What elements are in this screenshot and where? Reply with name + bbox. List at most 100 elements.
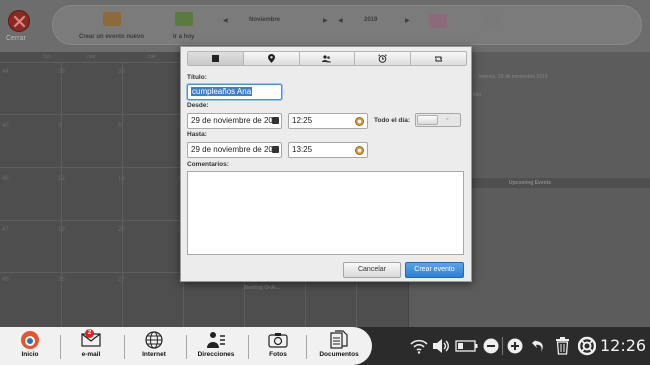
close-button[interactable] <box>8 10 30 32</box>
day-head: mié <box>147 54 156 60</box>
wifi-icon[interactable] <box>410 335 428 357</box>
all-day-label: Todo el día: <box>374 117 410 124</box>
comments-label: Comentarios: <box>187 161 229 168</box>
week-number: 44 <box>2 69 9 75</box>
tab-people[interactable] <box>300 52 356 65</box>
dock-item-direcciones[interactable]: Direcciones <box>192 329 240 363</box>
dock-item-internet[interactable]: Internet <box>132 329 176 363</box>
delete-icon[interactable] <box>483 14 501 28</box>
to-time-field[interactable]: 13:25 <box>288 142 368 158</box>
calendar-picker-icon[interactable] <box>272 146 279 153</box>
documents-icon <box>330 330 348 349</box>
from-time-value: 12:25 <box>292 116 313 125</box>
contacts-icon <box>207 332 225 348</box>
prev-year-icon[interactable]: ◀ <box>338 17 343 24</box>
day-number[interactable]: 20 <box>118 227 125 233</box>
dock-label: Internet <box>142 351 166 358</box>
tab-general[interactable] <box>188 52 244 65</box>
battery-icon[interactable] <box>455 335 479 357</box>
day-number[interactable]: 13 <box>118 176 125 182</box>
taskbar: Inicio e-mail 2 Internet Direcciones Fot… <box>0 327 650 365</box>
sidebar-event: imo <box>473 92 482 98</box>
title-label: Título: <box>187 74 207 81</box>
undo-icon[interactable] <box>532 335 546 357</box>
comments-textarea[interactable] <box>187 171 464 255</box>
week-number: 47 <box>2 227 9 233</box>
sidebar-date: viernes, 29 de noviembre 2019 <box>479 74 548 80</box>
dock-item-email[interactable]: e-mail 2 <box>68 329 114 363</box>
dock-label: Fotos <box>269 351 287 358</box>
dock-item-fotos[interactable]: Fotos <box>258 329 298 363</box>
today-icon[interactable] <box>175 12 193 26</box>
to-date-value: 29 de noviembre de 20 <box>191 145 273 154</box>
dock-label: Inicio <box>21 351 39 358</box>
tab-location[interactable] <box>244 52 300 65</box>
zoom-in-icon[interactable] <box>507 335 523 357</box>
year-label: 2019 <box>364 17 378 23</box>
from-date-value: 29 de noviembre de 20 <box>191 116 273 125</box>
home-logo-icon <box>21 331 39 349</box>
general-icon <box>211 55 219 62</box>
toggle-knob <box>417 115 438 125</box>
day-number[interactable]: 26 <box>58 277 65 283</box>
cancel-button[interactable]: Cancelar <box>343 262 401 278</box>
help-icon[interactable] <box>578 335 596 357</box>
dock-item-documentos[interactable]: Documentos <box>314 329 364 363</box>
people-icon <box>322 54 332 62</box>
day-number[interactable]: 30 <box>118 69 125 75</box>
new-event-icon[interactable] <box>103 12 121 26</box>
close-icon <box>13 15 26 28</box>
dock-label: Documentos <box>319 351 359 358</box>
all-day-toggle[interactable]: ◦ <box>415 113 461 127</box>
from-label: Desde: <box>187 102 209 109</box>
location-icon <box>267 54 275 63</box>
volume-icon[interactable] <box>432 335 450 357</box>
prev-month-icon[interactable]: ◀ <box>223 17 228 24</box>
today-button[interactable]: Ir a hoy <box>173 34 194 40</box>
day-number[interactable]: 19 <box>58 227 65 233</box>
repeat-icon <box>435 56 443 61</box>
tab-alarm[interactable] <box>355 52 412 65</box>
create-event-button[interactable]: Crear evento <box>405 262 464 278</box>
app-dock: Inicio e-mail 2 Internet Direcciones Fot… <box>0 327 372 365</box>
month-label: Noviembre <box>249 17 281 23</box>
next-month-icon[interactable]: ▶ <box>323 17 328 24</box>
calendar-toolbar: Crear un evento nuevo Ir a hoy ◀ Noviemb… <box>52 5 642 45</box>
clock-picker-icon[interactable] <box>355 117 364 126</box>
clock-picker-icon[interactable] <box>355 146 364 155</box>
next-year-icon[interactable]: ▶ <box>405 17 410 24</box>
globe-icon <box>145 331 163 349</box>
dock-label: Direcciones <box>197 351 235 358</box>
from-date-field[interactable]: 29 de noviembre de 20 <box>187 113 282 129</box>
trash-icon[interactable] <box>555 335 570 357</box>
toggle-off-icon: ◦ <box>446 116 449 123</box>
title-input[interactable]: cumpleaños Ana <box>187 84 282 100</box>
day-number[interactable]: 12 <box>58 176 65 182</box>
to-time-value: 13:25 <box>292 145 313 154</box>
system-clock: 12:26 <box>600 336 647 355</box>
new-event-button[interactable]: Crear un evento nuevo <box>79 34 144 40</box>
title-value: cumpleaños Ana <box>191 87 253 96</box>
dock-item-inicio[interactable]: Inicio <box>12 329 48 363</box>
day-number[interactable]: 6 <box>118 123 121 129</box>
day-number[interactable]: 5 <box>58 123 61 129</box>
dock-label: e-mail <box>81 351 101 358</box>
new-event-dialog: Título: cumpleaños Ana Desde: 29 de novi… <box>180 46 472 282</box>
alarm-icon <box>378 54 388 63</box>
export-icon[interactable] <box>429 14 447 28</box>
to-date-field[interactable]: 29 de noviembre de 20 <box>187 142 282 158</box>
tab-repeat[interactable] <box>411 52 466 65</box>
day-head: mar <box>87 54 96 60</box>
calendar-picker-icon[interactable] <box>272 117 279 124</box>
to-label: Hasta: <box>187 131 207 138</box>
camera-icon <box>268 333 288 348</box>
dialog-tabs <box>187 51 467 66</box>
zoom-out-icon[interactable] <box>483 335 499 357</box>
day-number[interactable]: 29 <box>58 69 65 75</box>
calendar-event[interactable]: Meeting Orde... <box>244 285 280 291</box>
day-number[interactable]: 27 <box>118 277 125 283</box>
week-number: 45 <box>2 123 9 129</box>
unread-badge: 2 <box>85 329 94 338</box>
from-time-field[interactable]: 12:25 <box>288 113 368 129</box>
week-number: 46 <box>2 176 9 182</box>
